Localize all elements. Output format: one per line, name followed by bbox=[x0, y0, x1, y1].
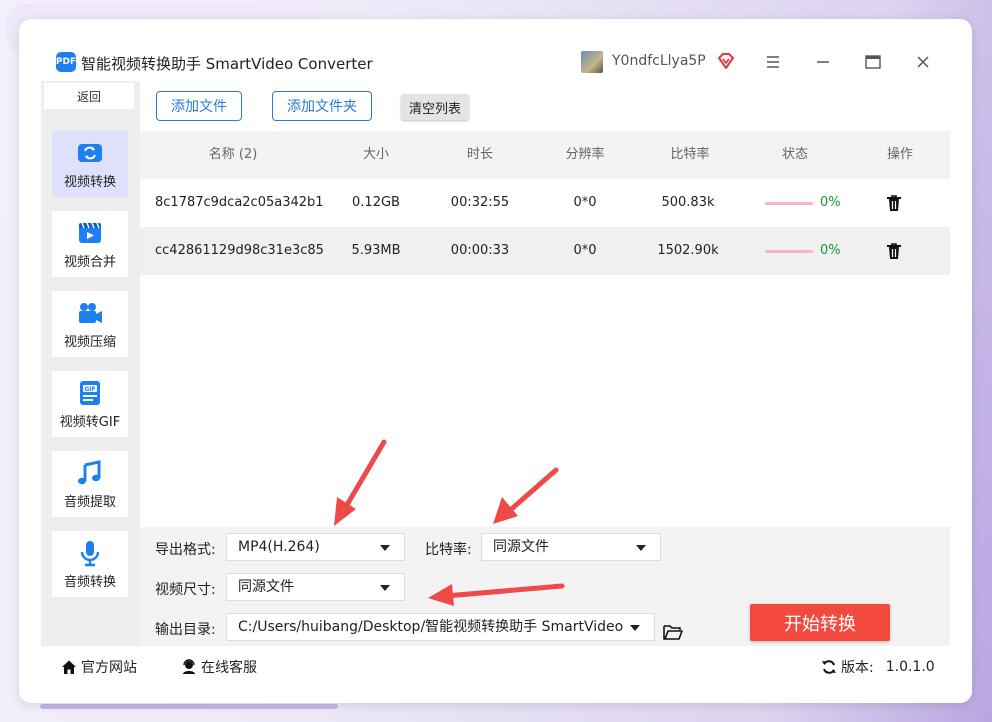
official-website-link[interactable]: 官方网站 bbox=[61, 657, 137, 677]
file-name: 8c1787c9dca2c05a342b1... bbox=[155, 195, 325, 210]
file-name: cc42861129d98c31e3c85... bbox=[155, 243, 325, 258]
format-value: MP4(H.264) bbox=[238, 539, 320, 555]
maximize-icon[interactable] bbox=[862, 52, 884, 72]
sidebar-item-video-convert[interactable]: 视频转换 bbox=[52, 131, 128, 197]
file-bitrate: 1502.90k bbox=[657, 243, 719, 258]
progress-bar bbox=[765, 202, 813, 205]
column-header-resolution[interactable]: 分辨率 bbox=[545, 131, 625, 179]
vip-diamond-icon[interactable] bbox=[716, 51, 736, 71]
home-icon bbox=[62, 660, 76, 674]
username[interactable]: Y0ndfcLlya5P bbox=[612, 53, 706, 69]
gif-icon: GIF bbox=[80, 381, 100, 405]
trash-icon[interactable] bbox=[884, 193, 904, 213]
file-table: 名称 (2) 大小 时长 分辨率 比特率 状态 操作 8c1787c9dca2c… bbox=[140, 131, 950, 527]
file-duration: 00:32:55 bbox=[450, 195, 510, 210]
sidebar-item-label: 视频转换 bbox=[63, 175, 116, 190]
video-size-select[interactable]: 同源文件 bbox=[226, 573, 405, 601]
video-size-value: 同源文件 bbox=[238, 579, 294, 595]
output-dir-select[interactable]: C:/Users/huibang/Desktop/智能视频转换助手 SmartV… bbox=[226, 613, 655, 641]
version-label: 版本: bbox=[841, 660, 874, 676]
sidebar-item-audio-extract[interactable]: 音频提取 bbox=[52, 451, 128, 517]
sidebar-item-label: 视频合并 bbox=[63, 255, 116, 270]
trash-icon[interactable] bbox=[884, 241, 904, 261]
column-header-size[interactable]: 大小 bbox=[336, 131, 416, 179]
table-row[interactable]: 8c1787c9dca2c05a342b1... 0.12GB 00:32:55… bbox=[140, 179, 950, 227]
folder-open-icon[interactable] bbox=[663, 623, 683, 641]
sidebar-item-video-compress[interactable]: 视频压缩 bbox=[52, 291, 128, 357]
column-header-name[interactable]: 名称 (2) bbox=[170, 131, 296, 179]
progress-bar bbox=[765, 250, 813, 253]
toolbar: 添加文件 添加文件夹 清空列表 bbox=[140, 81, 950, 131]
video-convert-icon bbox=[78, 144, 102, 162]
caret-down-icon bbox=[380, 585, 390, 591]
avatar[interactable] bbox=[581, 51, 603, 73]
app-logo-icon: PDF bbox=[56, 52, 76, 72]
clear-list-button[interactable]: 清空列表 bbox=[401, 94, 469, 120]
file-size: 0.12GB bbox=[352, 195, 400, 210]
sidebar: 返回 视频转换 视频合并 视频压缩 GIF 视频转GIF 音频提取 音频转换 bbox=[41, 81, 140, 646]
output-dir-label: 输出目录: bbox=[155, 622, 216, 638]
sidebar-item-label: 视频转GIF bbox=[59, 415, 121, 430]
video-size-label: 视频尺寸: bbox=[155, 582, 216, 598]
table-header: 名称 (2) 大小 时长 分辨率 比特率 状态 操作 bbox=[140, 131, 950, 179]
sidebar-item-label: 音频转换 bbox=[63, 575, 116, 590]
sidebar-item-label: 音频提取 bbox=[63, 495, 116, 510]
online-support-link[interactable]: 在线客服 bbox=[181, 657, 257, 677]
video-camera-icon bbox=[79, 303, 102, 323]
close-icon[interactable] bbox=[912, 52, 934, 72]
official-website-label: 官方网站 bbox=[81, 660, 137, 676]
caret-down-icon bbox=[380, 545, 390, 551]
format-label: 导出格式: bbox=[155, 542, 216, 558]
sidebar-item-audio-convert[interactable]: 音频转换 bbox=[52, 531, 128, 597]
version-info[interactable]: 版本: 1.0.1.0 bbox=[821, 657, 935, 677]
file-duration: 00:00:33 bbox=[450, 243, 510, 258]
output-dir-value: C:/Users/huibang/Desktop/智能视频转换助手 SmartV… bbox=[238, 619, 624, 635]
file-resolution: 0*0 bbox=[573, 195, 597, 210]
main-content: 添加文件 添加文件夹 清空列表 名称 (2) 大小 时长 分辨率 比特率 状态 … bbox=[140, 81, 950, 646]
sidebar-item-label: 视频压缩 bbox=[63, 335, 116, 350]
version-number: 1.0.1.0 bbox=[885, 659, 935, 675]
caret-down-icon bbox=[630, 625, 640, 631]
caret-down-icon bbox=[636, 545, 646, 551]
add-folder-button[interactable]: 添加文件夹 bbox=[272, 91, 372, 121]
file-resolution: 0*0 bbox=[573, 243, 597, 258]
output-options: 导出格式: MP4(H.264) 比特率: 同源文件 视频尺寸: 同源文件 开始… bbox=[140, 527, 950, 646]
app-window: PDF 智能视频转换助手 SmartVideo Converter Y0ndfc… bbox=[19, 19, 972, 703]
add-file-button[interactable]: 添加文件 bbox=[156, 91, 242, 121]
background-bar bbox=[40, 704, 338, 709]
file-size: 5.93MB bbox=[351, 243, 401, 258]
format-select[interactable]: MP4(H.264) bbox=[226, 533, 405, 561]
column-header-status: 状态 bbox=[781, 147, 808, 162]
bitrate-value: 同源文件 bbox=[493, 539, 549, 555]
bitrate-select[interactable]: 同源文件 bbox=[481, 533, 661, 561]
status-percent: 0% bbox=[820, 195, 841, 210]
menu-icon[interactable] bbox=[762, 52, 784, 72]
video-merge-icon bbox=[79, 222, 101, 243]
online-support-label: 在线客服 bbox=[201, 660, 257, 676]
minimize-icon[interactable] bbox=[812, 52, 834, 72]
start-convert-button[interactable]: 开始转换 bbox=[750, 604, 890, 641]
title-bar: PDF 智能视频转换助手 SmartVideo Converter Y0ndfc… bbox=[19, 19, 972, 81]
svg-text:GIF: GIF bbox=[84, 386, 95, 393]
status-percent: 0% bbox=[820, 243, 841, 258]
column-header-actions: 操作 bbox=[886, 147, 913, 162]
sidebar-item-video-merge[interactable]: 视频合并 bbox=[52, 211, 128, 277]
refresh-icon bbox=[822, 660, 836, 674]
sidebar-item-video-to-gif[interactable]: GIF 视频转GIF bbox=[52, 371, 128, 437]
table-row[interactable]: cc42861129d98c31e3c85... 5.93MB 00:00:33… bbox=[140, 227, 950, 275]
microphone-icon bbox=[80, 541, 100, 567]
app-title: 智能视频转换助手 SmartVideo Converter bbox=[81, 55, 373, 73]
column-header-duration[interactable]: 时长 bbox=[440, 131, 520, 179]
footer: 官方网站 在线客服 版本: 1.0.1.0 bbox=[19, 646, 972, 703]
column-header-bitrate[interactable]: 比特率 bbox=[650, 131, 730, 179]
music-note-icon bbox=[78, 460, 101, 485]
support-agent-icon bbox=[183, 659, 195, 674]
back-button[interactable]: 返回 bbox=[44, 83, 134, 109]
file-bitrate: 500.83k bbox=[661, 195, 715, 210]
bitrate-label: 比特率: bbox=[425, 542, 472, 558]
